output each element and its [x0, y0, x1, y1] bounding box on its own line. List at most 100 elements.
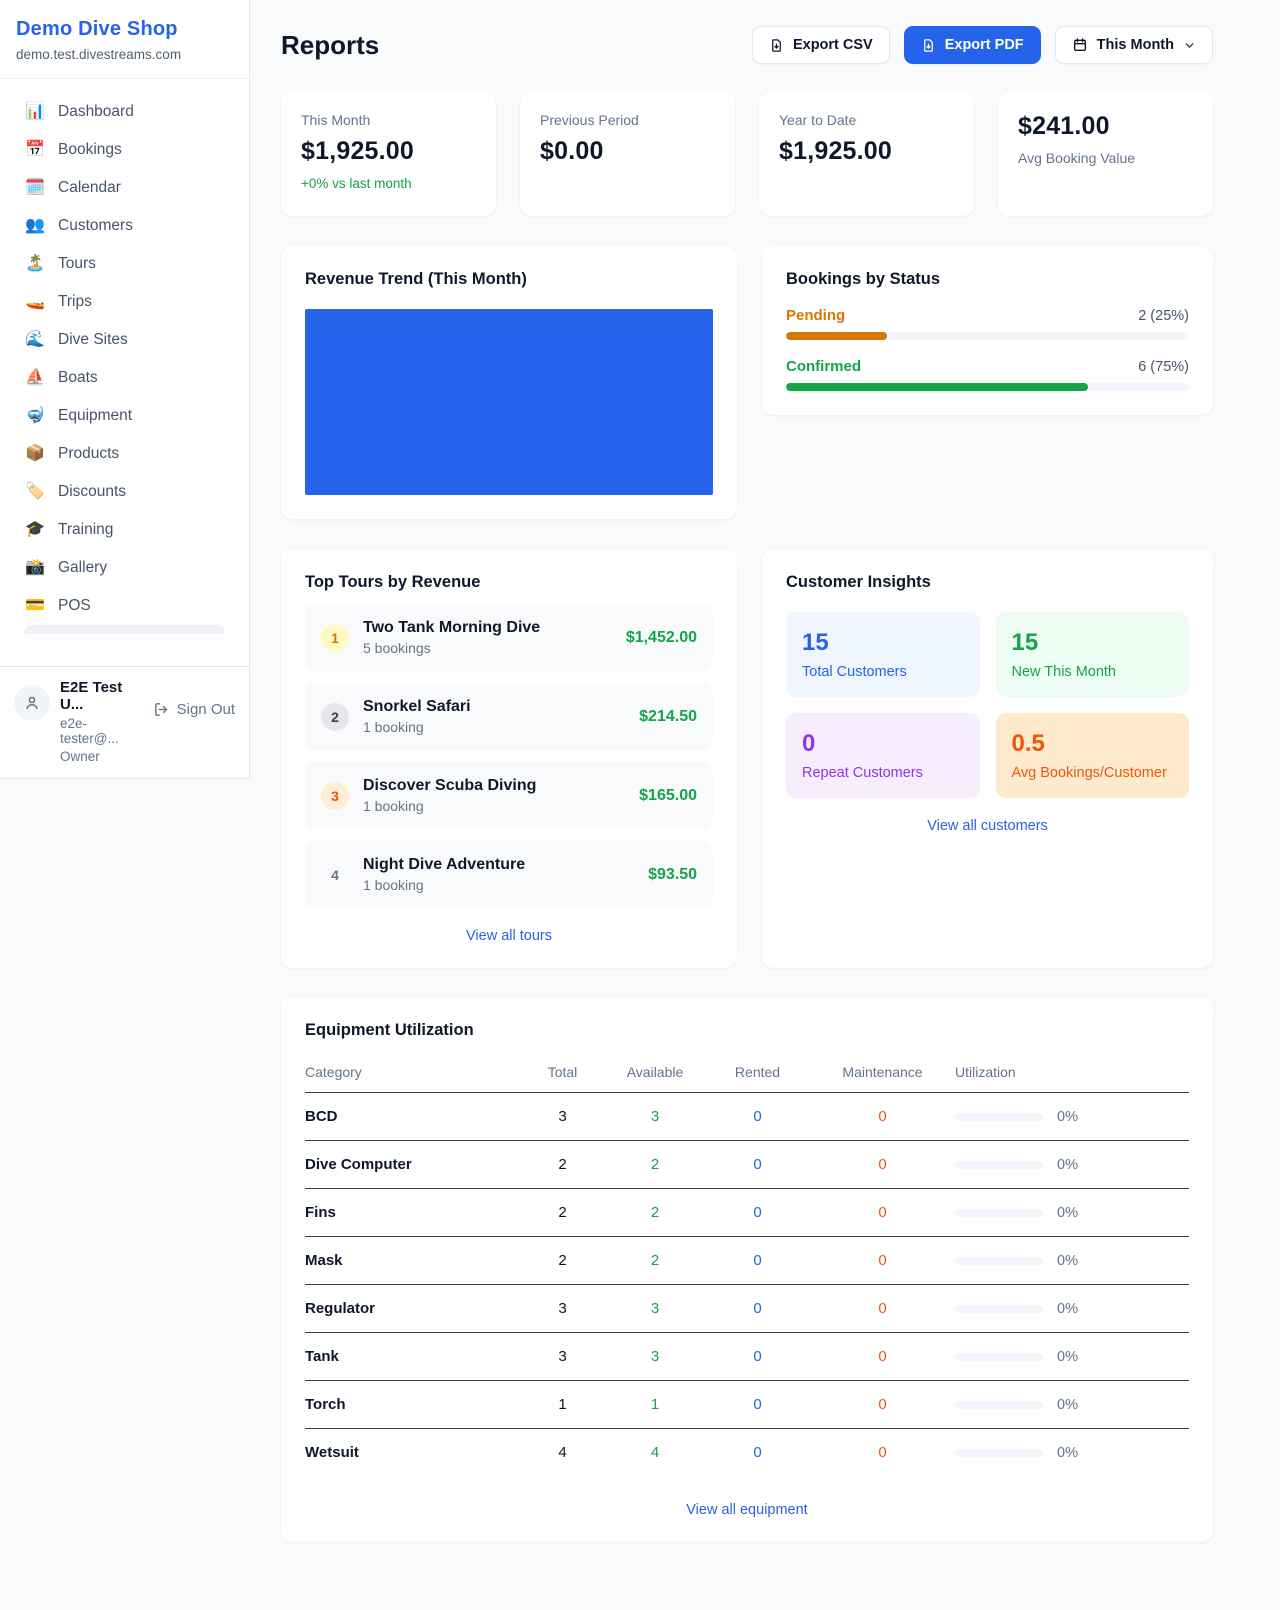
equipment-available: 4 [605, 1444, 705, 1461]
sidebar-item-pos[interactable]: 💳 POS [12, 587, 237, 625]
insight-tile: 0.5 Avg Bookings/Customer [996, 713, 1190, 798]
sidebar-item-label: Trips [58, 293, 92, 311]
utilization-bar [955, 1209, 1043, 1217]
sidebar-item-label: Boats [58, 369, 98, 387]
tour-bookings: 1 booking [363, 877, 634, 893]
tour-bookings: 1 booking [363, 798, 625, 814]
sidebar-item-training[interactable]: 🎓 Training [12, 511, 237, 549]
sidebar-item-label: Calendar [58, 179, 121, 197]
insight-value: 15 [802, 629, 964, 657]
equipment-available: 2 [605, 1252, 705, 1269]
boats-icon: ⛵ [24, 370, 46, 386]
equipment-category: Regulator [305, 1300, 520, 1317]
page-title: Reports [281, 30, 379, 61]
insights-grid: 15 Total Customers 15 New This Month 0 R… [786, 612, 1189, 798]
status-bar-fill [786, 383, 1088, 391]
lists-row: Top Tours by Revenue 1 Two Tank Morning … [281, 549, 1213, 968]
tour-list-item: 3 Discover Scuba Diving 1 booking $165.0… [305, 762, 713, 829]
sidebar-item-customers[interactable]: 👥 Customers [12, 207, 237, 245]
charts-row: Revenue Trend (This Month) Bookings by S… [281, 246, 1213, 519]
utilization-bar [955, 1113, 1043, 1121]
sidebar-item-equipment[interactable]: 🤿 Equipment [12, 397, 237, 435]
period-selector[interactable]: This Month [1055, 26, 1213, 64]
sidebar-nav: 📊 Dashboard 📅 Bookings 🗓️ Calendar 👥 Cus… [0, 79, 249, 666]
insight-tile: 0 Repeat Customers [786, 713, 980, 798]
tour-rank-badge: 2 [321, 703, 349, 731]
equipment-utilization-panel: Equipment Utilization Category Total Ava… [281, 997, 1213, 1542]
sidebar-item-label: Gallery [58, 559, 107, 577]
equipment-table-row: Torch 1 1 0 0 0% [305, 1381, 1189, 1429]
equipment-rented: 0 [705, 1348, 810, 1365]
status-row: Confirmed 6 (75%) [786, 358, 1189, 391]
stat-label: This Month [301, 112, 476, 128]
col-total: Total [520, 1064, 605, 1080]
sidebar-item-label: Customers [58, 217, 133, 235]
header-actions: Export CSV Export PDF This Month [752, 26, 1213, 64]
sidebar-item-calendar[interactable]: 🗓️ Calendar [12, 169, 237, 207]
stat-value: $0.00 [540, 137, 715, 166]
equipment-available: 3 [605, 1300, 705, 1317]
sidebar-item-dashboard[interactable]: 📊 Dashboard [12, 93, 237, 131]
avatar [14, 685, 50, 721]
equipment-maintenance: 0 [810, 1348, 955, 1365]
sign-out-button[interactable]: Sign Out [153, 701, 235, 718]
utilization-bar [955, 1401, 1043, 1409]
revenue-trend-chart [305, 309, 713, 495]
sidebar-item-dive-sites[interactable]: 🌊 Dive Sites [12, 321, 237, 359]
sidebar-item-discounts[interactable]: 🏷️ Discounts [12, 473, 237, 511]
stat-value: $1,925.00 [779, 137, 954, 166]
stat-label: Avg Booking Value [1018, 150, 1193, 166]
tour-bookings: 5 bookings [363, 640, 612, 656]
equipment-table: Category Total Available Rented Maintena… [305, 1058, 1189, 1476]
equipment-total: 1 [520, 1396, 605, 1413]
equipment-table-row: Regulator 3 3 0 0 0% [305, 1285, 1189, 1333]
equipment-total: 2 [520, 1204, 605, 1221]
sidebar-item-boats[interactable]: ⛵ Boats [12, 359, 237, 397]
stat-card: Avg Booking Value $241.00 [998, 92, 1213, 216]
export-pdf-button[interactable]: Export PDF [904, 26, 1041, 64]
top-tours-panel: Top Tours by Revenue 1 Two Tank Morning … [281, 549, 737, 968]
sidebar-item-label: Discounts [58, 483, 126, 501]
user-icon [23, 694, 41, 712]
sidebar-item-products[interactable]: 📦 Products [12, 435, 237, 473]
view-all-equipment-link[interactable]: View all equipment [305, 1502, 1189, 1518]
view-all-tours-link[interactable]: View all tours [305, 928, 713, 944]
equipment-category: Dive Computer [305, 1156, 520, 1173]
file-download-icon [769, 38, 784, 53]
user-meta: E2E Test U... e2e-tester@... Owner [60, 679, 143, 764]
sidebar-header: Demo Dive Shop demo.test.divestreams.com [0, 0, 249, 79]
export-csv-button[interactable]: Export CSV [752, 26, 890, 64]
sidebar-item-trips[interactable]: 🚤 Trips [12, 283, 237, 321]
col-maintenance: Maintenance [810, 1064, 955, 1080]
sidebar-item-tours[interactable]: 🏝️ Tours [12, 245, 237, 283]
sidebar-item-label: Products [58, 445, 119, 463]
sidebar-item-gallery[interactable]: 📸 Gallery [12, 549, 237, 587]
utilization-percent: 0% [1057, 1253, 1078, 1269]
view-all-customers-link[interactable]: View all customers [786, 818, 1189, 834]
equipment-utilization-title: Equipment Utilization [305, 1021, 1189, 1040]
equipment-icon: 🤿 [24, 408, 46, 424]
shop-name: Demo Dive Shop [16, 18, 233, 41]
sidebar-item-bookings[interactable]: 📅 Bookings [12, 131, 237, 169]
equipment-table-row: Dive Computer 2 2 0 0 0% [305, 1141, 1189, 1189]
revenue-trend-panel: Revenue Trend (This Month) [281, 246, 737, 519]
tour-name: Two Tank Morning Dive [363, 619, 612, 637]
tour-rank-badge: 1 [321, 624, 349, 652]
tours-icon: 🏝️ [24, 256, 46, 272]
status-label: Pending [786, 307, 845, 324]
utilization-percent: 0% [1057, 1109, 1078, 1125]
tour-list-item: 2 Snorkel Safari 1 booking $214.50 [305, 683, 713, 750]
stat-delta: +0% vs last month [301, 176, 476, 191]
utilization-percent: 0% [1057, 1301, 1078, 1317]
equipment-maintenance: 0 [810, 1396, 955, 1413]
equipment-maintenance: 0 [810, 1108, 955, 1125]
status-bar-track [786, 332, 1189, 340]
customer-insights-title: Customer Insights [786, 573, 1189, 592]
insight-value: 0 [802, 730, 964, 758]
stat-label: Year to Date [779, 112, 954, 128]
insight-value: 15 [1012, 629, 1174, 657]
status-count: 6 (75%) [1138, 359, 1189, 375]
equipment-rented: 0 [705, 1156, 810, 1173]
utilization-percent: 0% [1057, 1205, 1078, 1221]
equipment-available: 3 [605, 1108, 705, 1125]
